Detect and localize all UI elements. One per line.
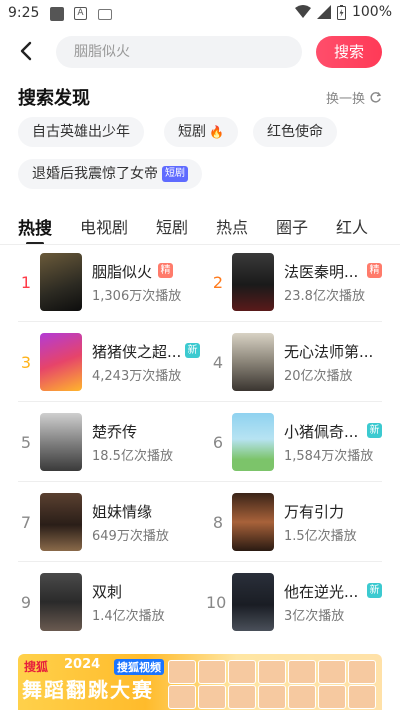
ranking-item[interactable]: 2 法医秦明... 精 23.8亿次播放	[210, 253, 390, 323]
notification-icon	[50, 7, 64, 21]
category-tabs: 热搜 电视剧 短剧 热点 圈子 红人	[0, 208, 400, 246]
discovery-chip[interactable]: 红色使命	[253, 117, 337, 147]
play-count: 4,243万次播放	[92, 369, 182, 384]
rank-number: 4	[212, 353, 224, 372]
item-title: 双刺	[92, 583, 123, 601]
new-badge: 新	[367, 583, 382, 598]
flame-icon: 🔥	[209, 125, 224, 139]
row-divider	[18, 401, 382, 402]
ranking-item[interactable]: 8 万有引力 1.5亿次播放	[210, 493, 390, 563]
poster-image	[232, 573, 274, 631]
keyboard-icon	[98, 9, 112, 20]
banner-sub: 搜狐视频	[114, 659, 164, 675]
ranking-item[interactable]: 6 小猪佩奇... 新 1,584万次播放	[210, 413, 390, 483]
row-divider	[18, 321, 382, 322]
play-count: 649万次播放	[92, 529, 169, 544]
short-drama-tag: 短剧	[162, 166, 188, 182]
rank-number: 7	[20, 513, 32, 532]
featured-badge: 精	[367, 263, 382, 278]
poster-image	[40, 333, 82, 391]
poster-image	[232, 333, 274, 391]
discovery-chip[interactable]: 退婚后我震惊了女帝 短剧	[18, 159, 202, 189]
rank-number: 10	[206, 593, 227, 612]
tab-circles[interactable]: 圈子	[276, 214, 308, 238]
search-input[interactable]	[72, 43, 276, 61]
play-count: 20亿次播放	[284, 369, 353, 384]
search-box[interactable]	[56, 36, 302, 68]
status-bar: 9:25 A 100%	[0, 0, 400, 28]
tab-hot-search[interactable]: 热搜	[18, 214, 52, 239]
battery-icon	[336, 4, 346, 20]
tab-influencers[interactable]: 红人	[336, 214, 368, 238]
item-title: 姐妹情缘	[92, 503, 153, 521]
discovery-chip[interactable]: 短剧 🔥	[164, 117, 238, 147]
item-title: 猪猪侠之超...	[92, 343, 182, 361]
ranking-item[interactable]: 5 楚乔传 18.5亿次播放	[18, 413, 198, 483]
poster-image	[232, 413, 274, 471]
tab-tv-series[interactable]: 电视剧	[80, 214, 128, 238]
banner-avatars	[168, 660, 378, 709]
new-badge: 新	[185, 343, 200, 358]
discovery-chip[interactable]: 自古英雄出少年	[18, 117, 144, 147]
poster-image	[40, 413, 82, 471]
back-arrow-icon[interactable]	[16, 40, 38, 62]
row-divider	[18, 561, 382, 562]
text-input-icon: A	[74, 7, 87, 20]
item-title: 无心法师第...	[284, 343, 374, 361]
play-count: 1.5亿次播放	[284, 529, 357, 544]
status-time: 9:25	[8, 5, 40, 21]
tab-short-drama[interactable]: 短剧	[156, 214, 188, 238]
poster-image	[40, 253, 82, 311]
ranking-item[interactable]: 10 他在逆光... 新 3亿次播放	[206, 573, 390, 643]
banner-logo: 搜狐	[24, 660, 49, 674]
rank-number: 2	[212, 273, 224, 292]
signal-icon	[316, 5, 331, 19]
play-count: 1.4亿次播放	[92, 609, 165, 624]
rank-number: 6	[212, 433, 224, 452]
item-title: 小猪佩奇...	[284, 423, 359, 441]
rank-number: 9	[20, 593, 32, 612]
wifi-icon	[294, 5, 311, 18]
rank-number: 1	[20, 273, 32, 292]
refresh-button[interactable]: 换一换	[326, 88, 382, 107]
ranking-item[interactable]: 4 无心法师第... 20亿次播放	[210, 333, 390, 403]
play-count: 1,584万次播放	[284, 449, 374, 464]
item-title: 万有引力	[284, 503, 345, 521]
play-count: 1,306万次播放	[92, 289, 182, 304]
play-count: 18.5亿次播放	[92, 449, 173, 464]
poster-image	[40, 493, 82, 551]
poster-image	[232, 253, 274, 311]
tabs-divider	[0, 244, 400, 245]
rank-number: 5	[20, 433, 32, 452]
ranking-item[interactable]: 7 姐妹情缘 649万次播放	[18, 493, 198, 563]
battery-percent: 100%	[351, 4, 392, 20]
rank-number: 8	[212, 513, 224, 532]
refresh-label: 换一换	[325, 92, 365, 107]
refresh-icon	[370, 92, 382, 103]
new-badge: 新	[367, 423, 382, 438]
tab-hot-topics[interactable]: 热点	[216, 214, 248, 238]
poster-image	[40, 573, 82, 631]
ranking-item[interactable]: 3 猪猪侠之超... 新 4,243万次播放	[18, 333, 200, 403]
item-title: 楚乔传	[92, 423, 138, 441]
promo-banner[interactable]: 搜狐 2024 搜狐视频 舞蹈翻跳大赛	[18, 654, 382, 710]
item-title: 胭脂似火	[92, 263, 153, 281]
discovery-title: 搜索发现	[18, 88, 90, 109]
play-count: 3亿次播放	[284, 609, 345, 624]
ranking-item[interactable]: 9 双刺 1.4亿次播放	[18, 573, 198, 643]
rank-number: 3	[20, 353, 32, 372]
featured-badge: 精	[158, 263, 173, 278]
banner-headline: 舞蹈翻跳大赛	[22, 678, 154, 702]
item-title: 他在逆光...	[284, 583, 359, 601]
row-divider	[18, 481, 382, 482]
item-title: 法医秦明...	[284, 263, 359, 281]
banner-year: 2024	[64, 657, 101, 672]
ranking-item[interactable]: 1 胭脂似火 精 1,306万次播放	[18, 253, 198, 323]
play-count: 23.8亿次播放	[284, 289, 365, 304]
poster-image	[232, 493, 274, 551]
search-button[interactable]: 搜索	[316, 36, 382, 68]
